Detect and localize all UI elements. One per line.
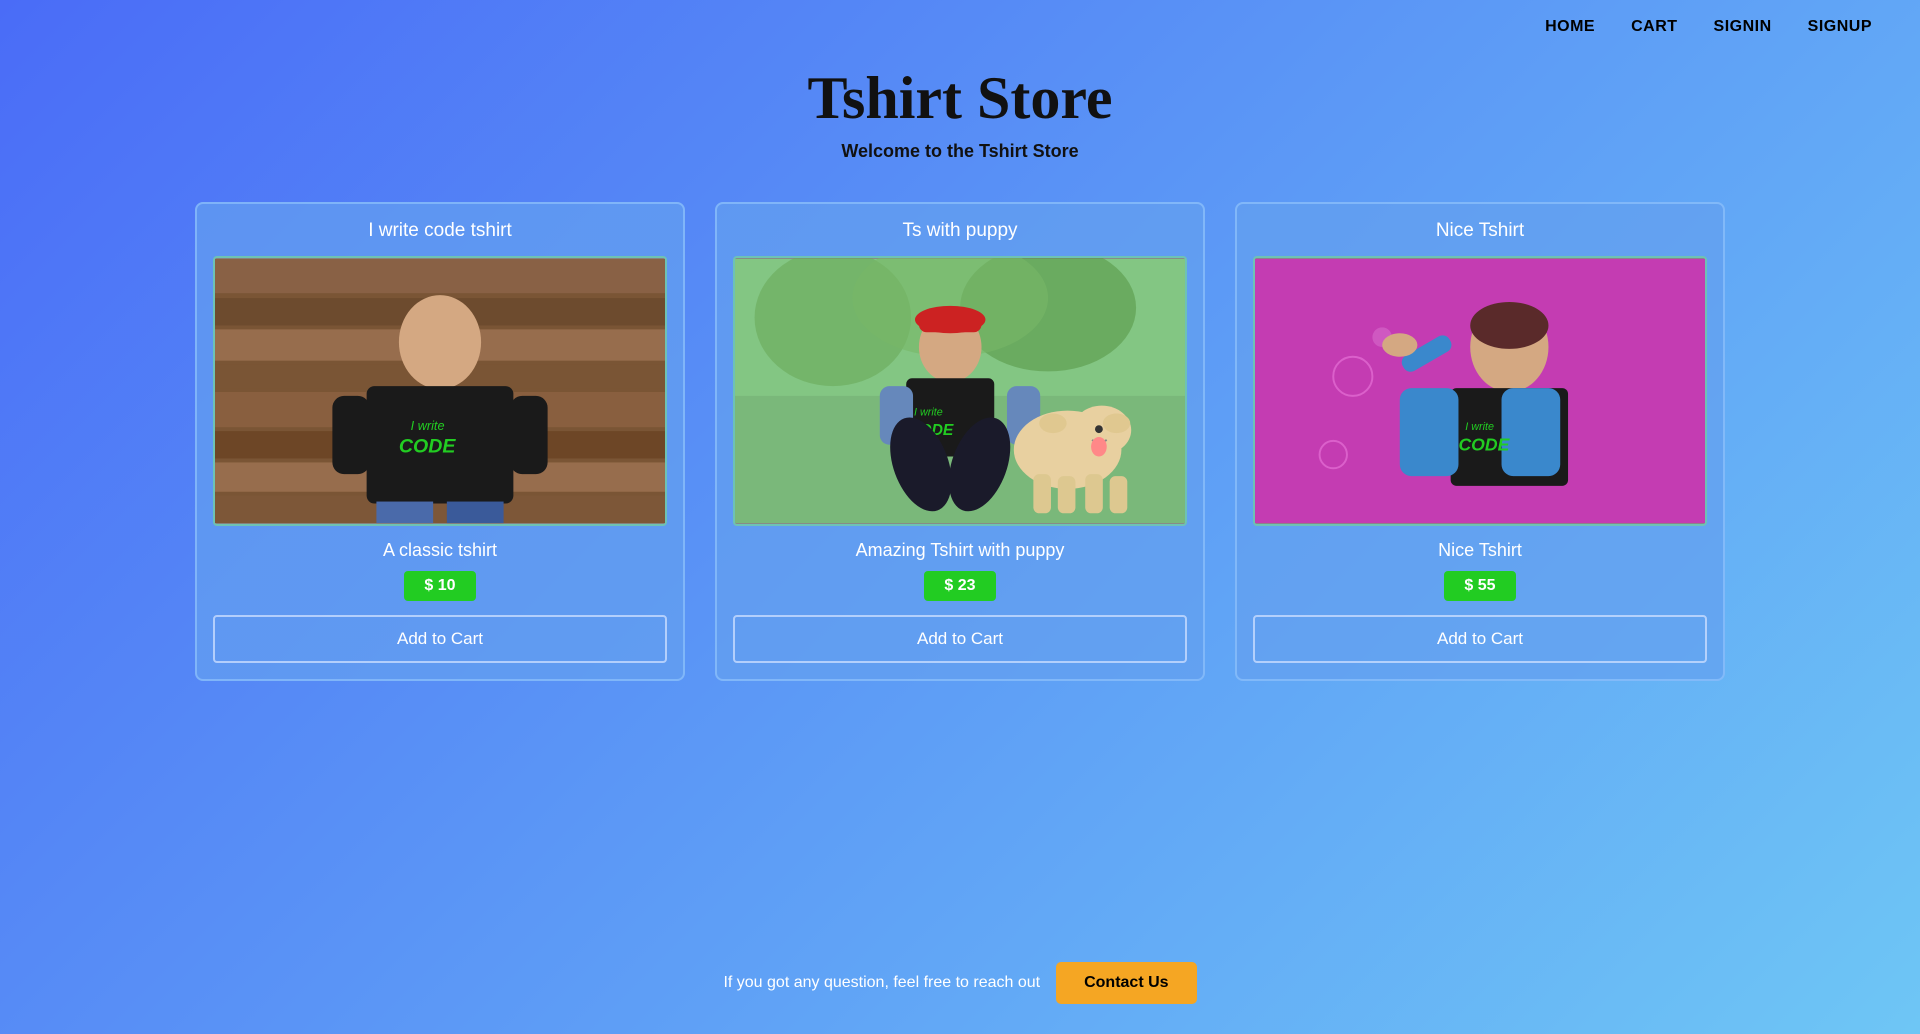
add-to-cart-button-1[interactable]: Add to Cart [733, 615, 1187, 663]
card-title-1: Ts with puppy [902, 220, 1017, 242]
navbar: HOME CART SIGNIN SIGNUP [0, 0, 1920, 54]
product-price-0: $ 10 [404, 571, 475, 601]
product-image-0: I write CODE [213, 256, 667, 526]
nav-signin[interactable]: SIGNIN [1714, 18, 1772, 36]
product-price-1: $ 23 [924, 571, 995, 601]
page-subtitle: Welcome to the Tshirt Store [0, 141, 1920, 162]
product-card-2: Nice Tshirt I writ [1235, 202, 1725, 681]
svg-text:CODE: CODE [399, 436, 456, 458]
footer-text: If you got any question, feel free to re… [723, 974, 1040, 992]
products-grid: I write code tshirt I write CODE [0, 192, 1920, 741]
card-title-0: I write code tshirt [368, 220, 512, 242]
svg-text:I write: I write [411, 418, 445, 433]
nav-home[interactable]: HOME [1545, 18, 1595, 36]
product-image-1: I write CODE [733, 256, 1187, 526]
product-image-2: I write CODE [1253, 256, 1707, 526]
card-title-2: Nice Tshirt [1436, 220, 1524, 242]
add-to-cart-button-0[interactable]: Add to Cart [213, 615, 667, 663]
contact-us-button[interactable]: Contact Us [1056, 962, 1196, 1004]
page-title: Tshirt Store [0, 64, 1920, 133]
product-card-0: I write code tshirt I write CODE [195, 202, 685, 681]
product-price-2: $ 55 [1444, 571, 1515, 601]
product-description-1: Amazing Tshirt with puppy [856, 540, 1065, 561]
product-card-1: Ts with puppy I write CODE [715, 202, 1205, 681]
add-to-cart-button-2[interactable]: Add to Cart [1253, 615, 1707, 663]
svg-text:I write: I write [914, 406, 943, 418]
footer: If you got any question, feel free to re… [0, 932, 1920, 1034]
nav-signup[interactable]: SIGNUP [1808, 18, 1872, 36]
svg-text:I write: I write [1465, 421, 1494, 433]
nav-cart[interactable]: CART [1631, 18, 1677, 36]
svg-text:CODE: CODE [1458, 435, 1510, 455]
product-description-2: Nice Tshirt [1438, 540, 1522, 561]
page-header: Tshirt Store Welcome to the Tshirt Store [0, 54, 1920, 192]
product-description-0: A classic tshirt [383, 540, 497, 561]
